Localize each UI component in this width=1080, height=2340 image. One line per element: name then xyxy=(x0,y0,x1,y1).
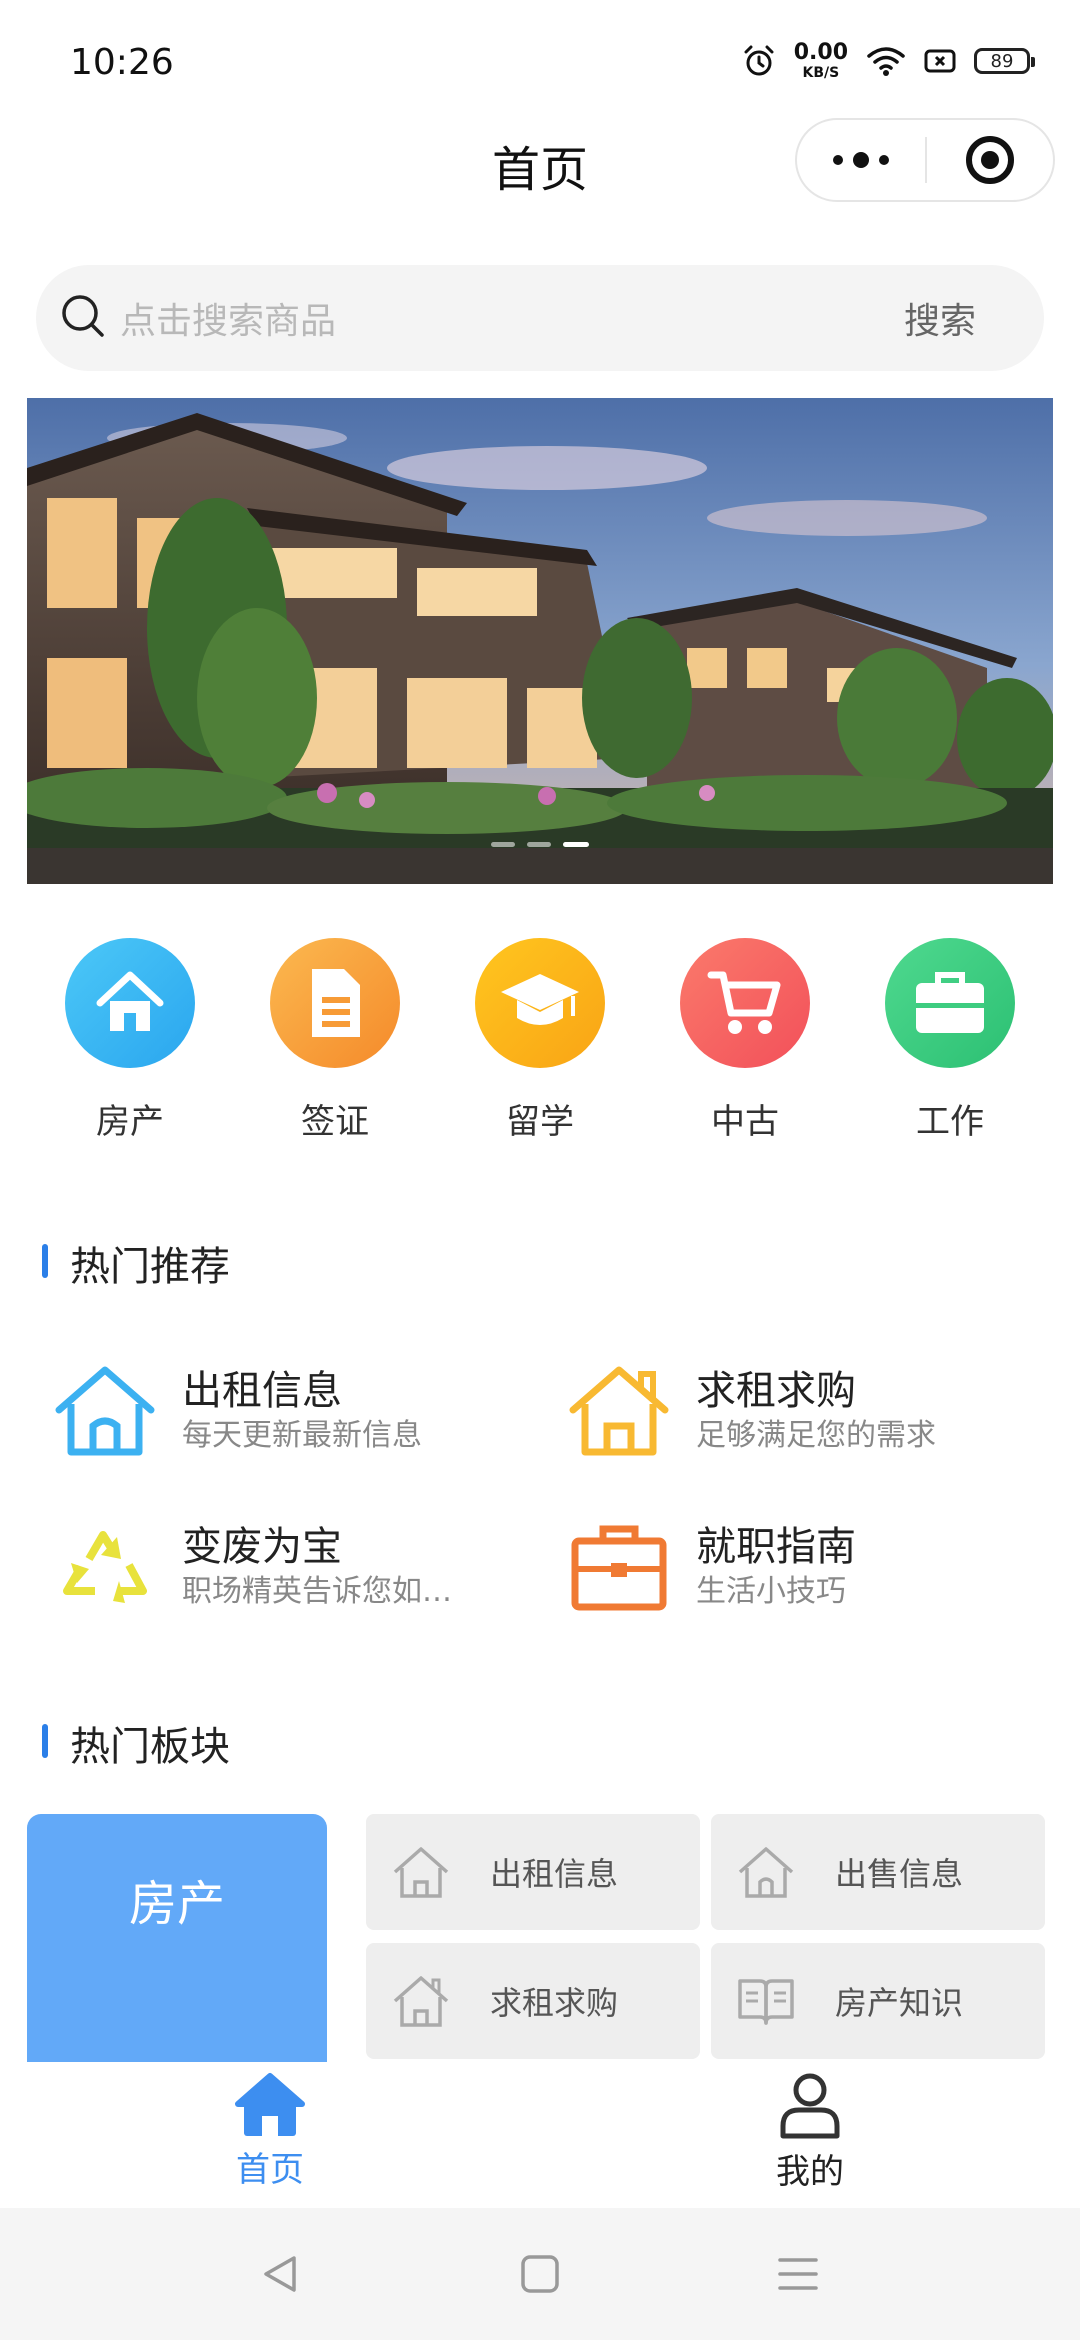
category-label: 留学 xyxy=(506,1102,574,1142)
block-label: 房产知识 xyxy=(835,1984,964,2022)
section-marker xyxy=(42,1244,48,1278)
close-button[interactable] xyxy=(927,136,1053,184)
house-outline-icon xyxy=(564,1361,674,1461)
sim-icon xyxy=(924,49,956,73)
house-outline-icon xyxy=(366,1973,476,2029)
category-study-abroad[interactable]: 留学 xyxy=(460,938,620,1143)
home-icon xyxy=(235,2073,305,2136)
status-time: 10:26 xyxy=(70,42,174,83)
recommend-title: 求租求购 xyxy=(696,1368,856,1414)
battery-level: 89 xyxy=(990,50,1014,72)
wifi-icon xyxy=(867,47,905,76)
block-seek-rent[interactable]: 求租求购 xyxy=(366,1943,700,2059)
category-house[interactable]: 房产 xyxy=(50,938,210,1143)
recommend-recycle[interactable]: 变废为宝 职场精英告诉您如… xyxy=(50,1512,510,1622)
recommend-title: 就职指南 xyxy=(696,1524,856,1570)
battery-icon: 89 xyxy=(974,48,1035,74)
home-square-icon[interactable] xyxy=(518,2252,562,2296)
dot xyxy=(853,152,869,168)
recommend-job-guide[interactable]: 就职指南 生活小技巧 xyxy=(564,1512,1024,1622)
category-secondhand[interactable]: 中古 xyxy=(665,938,825,1143)
house-outline-icon xyxy=(366,1844,476,1900)
category-label: 工作 xyxy=(916,1102,984,1142)
recommend-rent-info[interactable]: 出租信息 每天更新最新信息 xyxy=(50,1356,510,1466)
category-work[interactable]: 工作 xyxy=(870,938,1030,1143)
document-icon xyxy=(270,938,400,1068)
briefcase-outline-icon xyxy=(564,1517,674,1617)
recommend-title: 出租信息 xyxy=(182,1368,342,1414)
search-button[interactable]: 搜索 xyxy=(880,290,1000,346)
recommend-seek-rent[interactable]: 求租求购 足够满足您的需求 xyxy=(564,1356,1024,1466)
tab-home[interactable]: 首页 xyxy=(170,2070,370,2191)
target-icon xyxy=(966,136,1014,184)
tab-label: 首页 xyxy=(236,2150,304,2190)
back-icon[interactable] xyxy=(258,2252,302,2296)
house-outline-icon xyxy=(711,1844,821,1900)
block-sale-info[interactable]: 出售信息 xyxy=(711,1814,1045,1930)
banner-dot-active[interactable] xyxy=(563,842,589,847)
more-button[interactable] xyxy=(797,152,925,168)
section-marker xyxy=(42,1724,48,1758)
dot xyxy=(833,155,843,165)
net-speed: 0.00 KB/S xyxy=(793,40,848,81)
house-outline-icon xyxy=(50,1361,160,1461)
person-icon xyxy=(780,2073,840,2139)
system-navigation-bar xyxy=(0,2208,1080,2340)
graduation-cap-icon xyxy=(475,938,605,1068)
search-input[interactable] xyxy=(118,295,822,347)
block-real-estate-knowledge[interactable]: 房产知识 xyxy=(711,1943,1045,2059)
mini-program-capsule xyxy=(795,118,1055,202)
recommend-subtitle: 每天更新最新信息 xyxy=(182,1418,422,1453)
menu-icon[interactable] xyxy=(776,2254,820,2294)
tab-label: 我的 xyxy=(776,2152,844,2192)
block-rent-info[interactable]: 出租信息 xyxy=(366,1814,700,1930)
block-label: 出售信息 xyxy=(835,1855,964,1893)
category-label: 签证 xyxy=(301,1102,369,1142)
category-label: 中古 xyxy=(711,1102,779,1142)
alarm-icon xyxy=(744,45,774,76)
hot-recommend-title: 热门推荐 xyxy=(70,1244,230,1290)
briefcase-icon xyxy=(885,938,1015,1068)
tab-bar xyxy=(0,2062,1080,2208)
tab-mine[interactable]: 我的 xyxy=(710,2070,910,2193)
status-icons: 0.00 KB/S 89 xyxy=(742,40,1035,81)
recommend-subtitle: 职场精英告诉您如… xyxy=(182,1574,452,1609)
cart-icon xyxy=(680,938,810,1068)
banner-image[interactable] xyxy=(27,398,1053,884)
hot-blocks-title: 热门板块 xyxy=(70,1724,230,1770)
banner-dot[interactable] xyxy=(491,842,515,847)
banner-indicator xyxy=(0,842,1080,847)
house-icon xyxy=(65,938,195,1068)
net-speed-value: 0.00 xyxy=(793,40,848,65)
block-main-label: 房产 xyxy=(128,1876,225,1932)
block-real-estate[interactable]: 房产 xyxy=(27,1814,327,2064)
block-label: 出租信息 xyxy=(490,1855,619,1893)
book-icon xyxy=(711,1975,821,2027)
recycle-icon xyxy=(50,1517,160,1617)
recommend-title: 变废为宝 xyxy=(182,1524,342,1570)
banner-dot[interactable] xyxy=(527,842,551,847)
search-icon xyxy=(62,295,104,337)
block-label: 求租求购 xyxy=(490,1984,619,2022)
category-visa[interactable]: 签证 xyxy=(255,938,415,1143)
net-speed-unit: KB/S xyxy=(802,65,840,81)
recommend-subtitle: 足够满足您的需求 xyxy=(696,1418,936,1453)
recommend-subtitle: 生活小技巧 xyxy=(696,1574,846,1609)
category-label: 房产 xyxy=(96,1102,164,1142)
dot xyxy=(879,155,889,165)
